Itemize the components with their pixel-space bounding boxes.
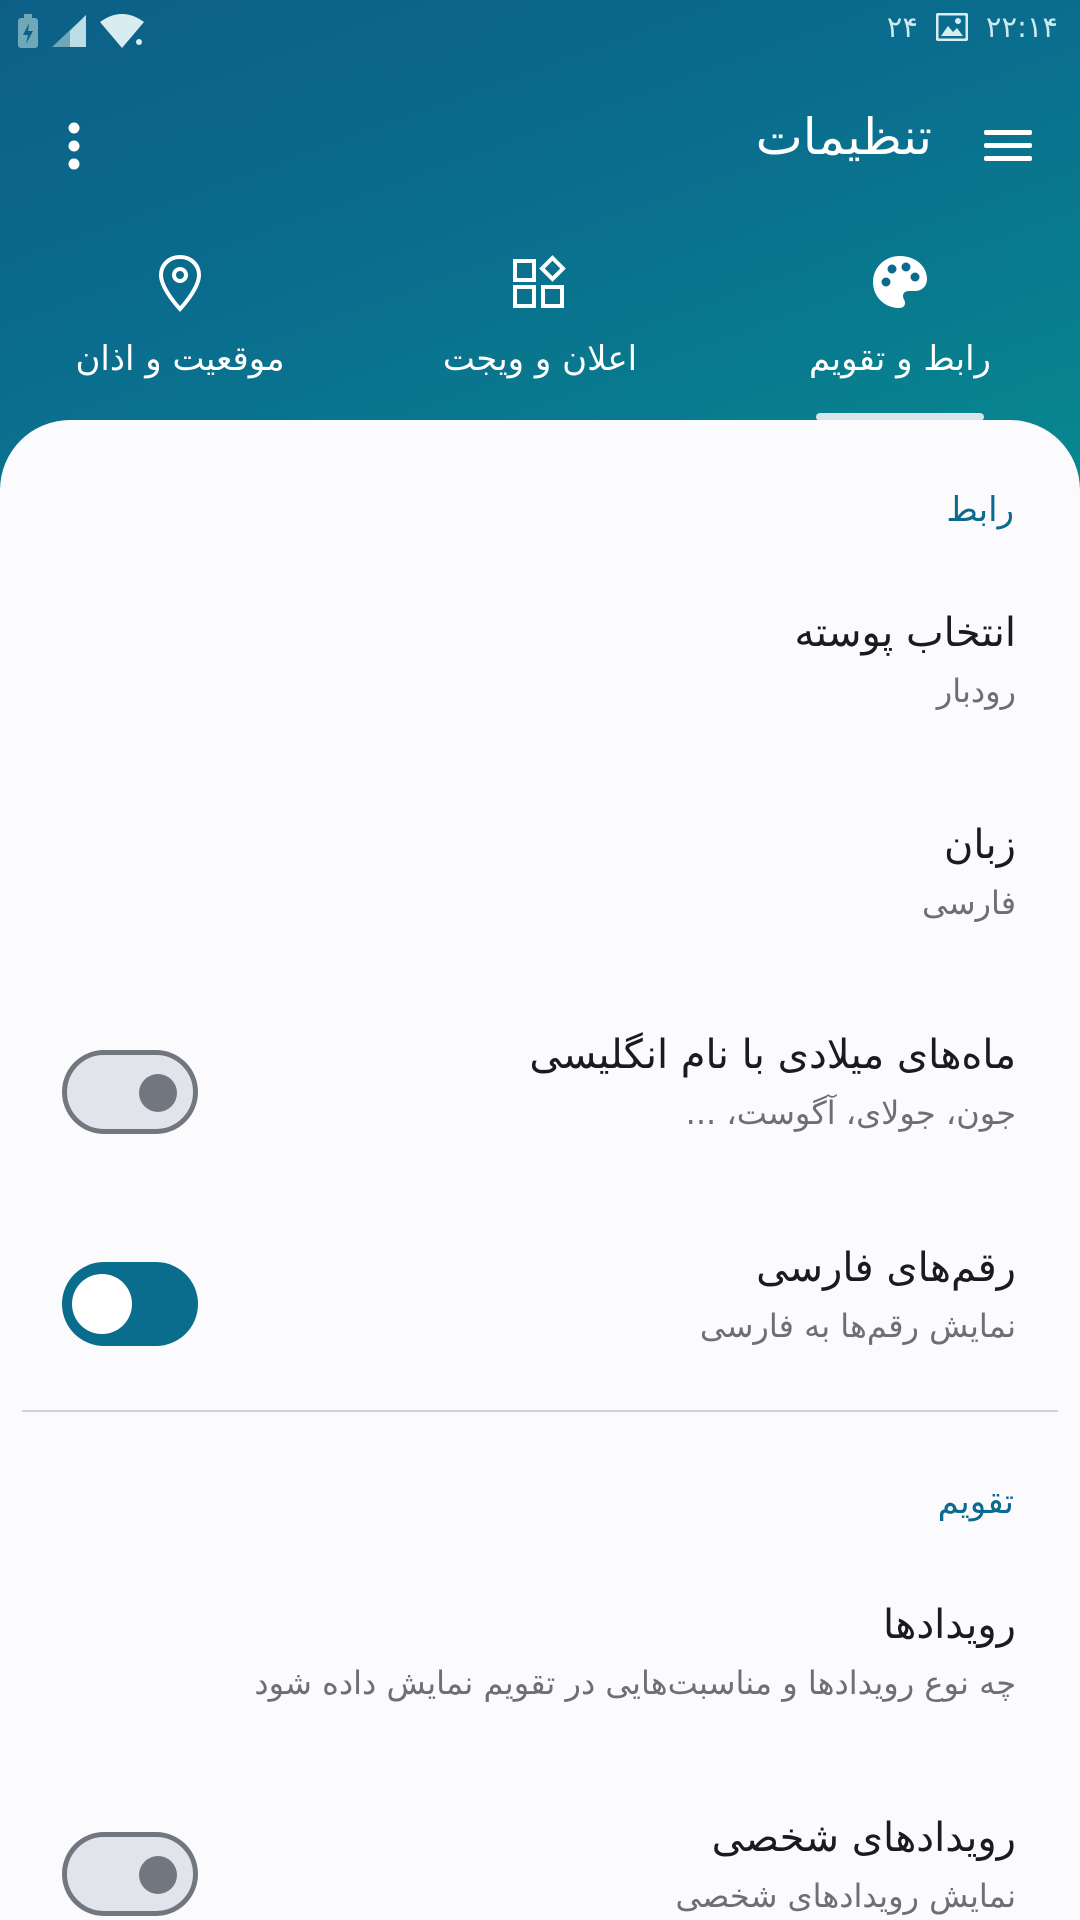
date-badge: ۲۴ [886, 10, 918, 44]
item-title: ماه‌های میلادی با نام انگلیسی [529, 1032, 1016, 1078]
item-title: رویدادهای شخصی [711, 1815, 1016, 1861]
more-vert-icon[interactable] [56, 118, 92, 174]
item-subtitle: رودبار [936, 672, 1016, 710]
item-subtitle: چه نوع رویدادها و مناسبت‌هایی در تقویم ن… [254, 1664, 1016, 1702]
page-title: تنظیمات [755, 108, 932, 166]
tab-location-azan[interactable]: موقعیت و اذان [0, 245, 360, 420]
status-bar: ۲۴ ۲۲:۱۴ [0, 0, 1080, 64]
item-subtitle: جون، جولای، آگوست، ... [685, 1094, 1016, 1132]
app-bar: تنظیمات [0, 96, 1080, 196]
location-pin-icon [158, 254, 202, 316]
item-title: زبان [943, 822, 1016, 868]
section-divider [22, 1410, 1058, 1412]
image-icon [935, 13, 968, 41]
language-item[interactable]: زبان فارسی [0, 822, 1080, 952]
personal-events-toggle[interactable] [62, 1832, 198, 1916]
item-title: انتخاب پوسته [794, 610, 1016, 656]
item-title: رویدادها [883, 1602, 1016, 1648]
item-subtitle: نمایش رقم‌ها به فارسی [699, 1307, 1016, 1345]
battery-charging-icon [18, 14, 38, 48]
wifi-icon [100, 14, 144, 48]
tab-label: موقعیت و اذان [75, 339, 285, 379]
settings-list: رابط انتخاب پوسته رودبار زبان فارسی ماه‌… [0, 420, 1080, 1920]
tab-label: رابط و تقویم [809, 339, 991, 379]
signal-icon [52, 15, 86, 47]
tab-interface-calendar[interactable]: رابط و تقویم [720, 245, 1080, 420]
tab-label: اعلان و ویجت [442, 339, 638, 379]
status-icons-left [18, 14, 144, 48]
section-title-calendar: تقویم [937, 1482, 1014, 1522]
toggle-knob [139, 1856, 177, 1894]
item-subtitle: فارسی [922, 884, 1016, 922]
header: ۲۴ ۲۲:۱۴ تنظیمات رابط و تقویم اعلان و وی… [0, 0, 1080, 480]
item-subtitle: نمایش رویدادهای شخصی [675, 1877, 1016, 1915]
item-title: رقم‌های فارسی [756, 1245, 1016, 1291]
tab-notification-widget[interactable]: اعلان و ویجت [360, 245, 720, 420]
persian-digits-toggle[interactable] [62, 1262, 198, 1346]
status-icons-right: ۲۴ ۲۲:۱۴ [887, 10, 1058, 44]
theme-selection-item[interactable]: انتخاب پوسته رودبار [0, 610, 1080, 740]
toggle-knob [139, 1074, 177, 1112]
english-month-names-toggle[interactable] [62, 1050, 198, 1134]
section-title-interface: رابط [946, 490, 1014, 530]
widgets-icon [512, 255, 568, 315]
hamburger-menu-icon[interactable] [982, 124, 1034, 168]
status-time: ۲۲:۱۴ [985, 10, 1058, 44]
palette-icon [870, 253, 930, 317]
events-item[interactable]: رویدادها چه نوع رویدادها و مناسبت‌هایی د… [0, 1602, 1080, 1732]
toggle-knob [72, 1274, 132, 1334]
tab-bar: رابط و تقویم اعلان و ویجت موقعیت و اذان [0, 245, 1080, 421]
